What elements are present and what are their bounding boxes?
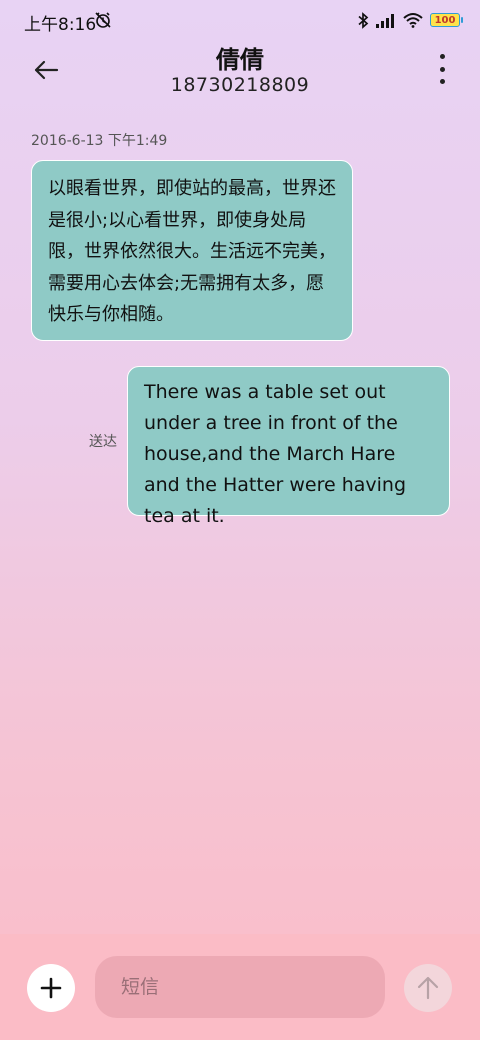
message-timestamp: 2016-6-13 下午1:49 (31, 133, 168, 149)
battery-icon: 100 (430, 13, 463, 27)
contact-number: 18730218809 (170, 74, 310, 96)
received-message-bubble[interactable]: 以眼看世界，即使站的最高，世界还是很小;以心看世界，即使身处局限，世界依然很大。… (31, 160, 353, 341)
composer-bar (0, 934, 480, 1040)
wifi-icon (403, 13, 423, 28)
status-bar: 上午8:16 100 (0, 0, 480, 40)
contact-name: 倩倩 (216, 46, 264, 74)
bluetooth-icon (358, 11, 369, 29)
message-text: There was a table set out under a tree i… (144, 381, 407, 527)
more-vert-icon-dot (439, 79, 445, 84)
more-options-button[interactable] (432, 54, 452, 84)
battery-level: 100 (434, 14, 456, 26)
conversation-header: 倩倩 18730218809 (0, 40, 480, 110)
status-icons: 100 (357, 11, 463, 29)
signal-icon (376, 13, 394, 28)
send-button[interactable] (404, 964, 452, 1012)
plus-icon (40, 977, 62, 999)
alarm-off-icon (95, 12, 111, 28)
delivery-status: 送达 (89, 434, 117, 450)
send-arrow-icon (417, 976, 439, 1000)
add-attachment-button[interactable] (27, 964, 75, 1012)
status-time: 上午8:16 (24, 15, 97, 35)
message-input[interactable] (95, 956, 385, 1018)
more-vert-icon-dot (439, 54, 445, 59)
more-vert-icon-dot (439, 66, 445, 72)
sent-message-bubble[interactable]: There was a table set out under a tree i… (127, 366, 450, 527)
message-text: 以眼看世界，即使站的最高，世界还是很小;以心看世界，即使身处局限，世界依然很大。… (48, 178, 336, 325)
